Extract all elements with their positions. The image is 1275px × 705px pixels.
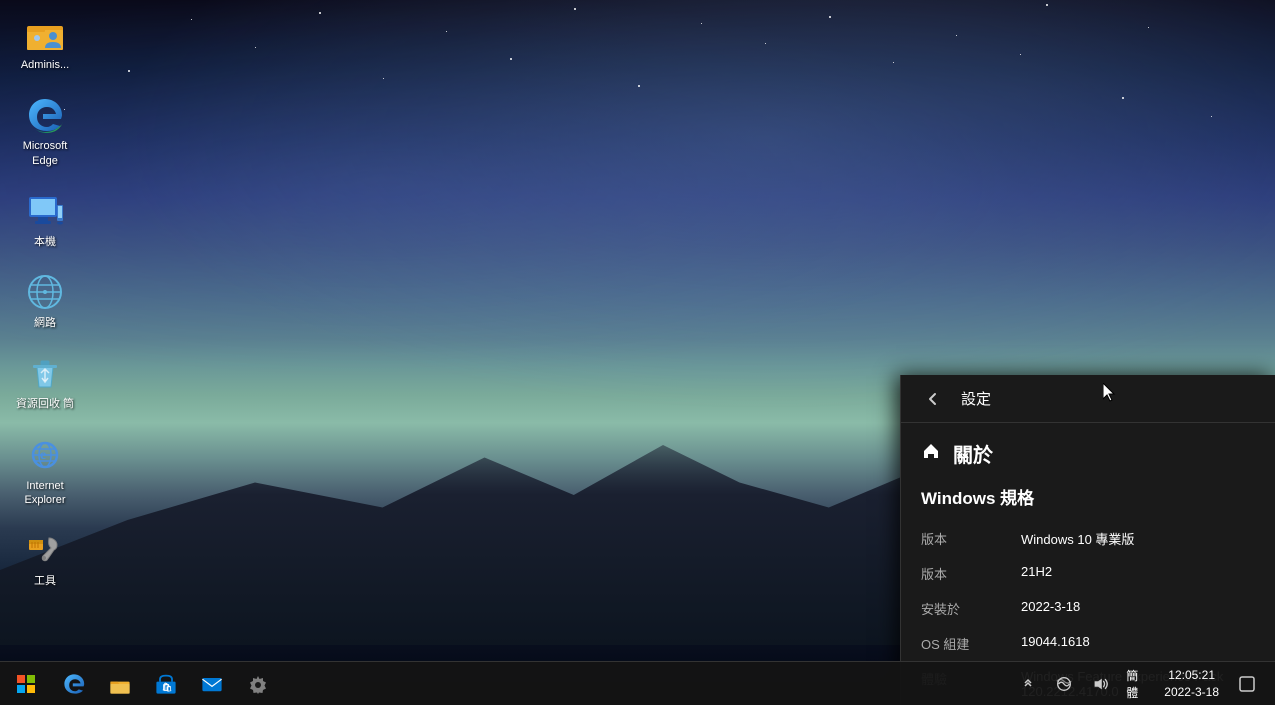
tools-icon (25, 530, 65, 570)
stars (0, 0, 1275, 388)
tools-label: 工具 (34, 574, 56, 588)
spec-row-edition: 版本 Windows 10 專業版 (921, 521, 1255, 556)
desktop-icons-container: Adminis... (5, 10, 85, 593)
desktop-icon-network[interactable]: 網路 (5, 268, 85, 334)
tray-volume[interactable] (1084, 668, 1116, 700)
ie-label: Internet Explorer (9, 479, 81, 508)
administrator-icon (25, 14, 65, 54)
taskbar-mail[interactable] (190, 662, 234, 705)
tray-chevron[interactable] (1012, 668, 1044, 700)
desktop-icon-this-pc[interactable]: 本機 (5, 187, 85, 253)
tray-input-method[interactable]: 簡體 (1120, 668, 1152, 700)
ie-icon: e (25, 435, 65, 475)
spec-key-os-build: OS 組建 (921, 634, 1021, 653)
svg-text:e: e (40, 448, 46, 463)
this-pc-icon (25, 191, 65, 231)
recycle-bin-label: 資源回收 筒 (16, 397, 74, 411)
desktop-icon-tools[interactable]: 工具 (5, 526, 85, 592)
settings-panel-title: 設定 (961, 388, 991, 409)
spec-key-edition: 版本 (921, 529, 1021, 548)
taskbar-store[interactable]: 🛍 (144, 662, 188, 705)
clock-date: 2022-3-18 (1164, 684, 1219, 701)
settings-titlebar: 設定 (901, 375, 1275, 423)
spec-key-version: 版本 (921, 564, 1021, 583)
spec-row-os-build: OS 組建 19044.1618 (921, 626, 1255, 661)
edge-label: Microsoft Edge (9, 139, 81, 168)
about-section: 關於 (901, 423, 1275, 476)
taskbar-edge[interactable] (52, 662, 96, 705)
svg-text:🛍: 🛍 (162, 682, 173, 692)
taskbar-settings-indicator[interactable] (236, 662, 280, 705)
desktop-icon-administrator[interactable]: Adminis... (5, 10, 85, 76)
spec-key-install-date: 安裝於 (921, 599, 1021, 618)
edge-icon (25, 95, 65, 135)
back-button[interactable] (917, 383, 949, 415)
home-icon (921, 441, 941, 466)
desktop-icon-edge[interactable]: Microsoft Edge (5, 91, 85, 172)
recycle-bin-icon (25, 353, 65, 393)
clock-time: 12:05:21 (1168, 667, 1215, 684)
spec-value-install-date: 2022-3-18 (1021, 599, 1255, 618)
spec-value-version: 21H2 (1021, 564, 1255, 583)
spec-value-edition: Windows 10 專業版 (1021, 529, 1255, 548)
desktop-icon-recycle-bin[interactable]: 資源回收 筒 (5, 349, 85, 415)
taskbar: 🛍 (0, 661, 1275, 705)
desktop-icon-ie[interactable]: e Internet Explorer (5, 431, 85, 512)
taskbar-explorer[interactable] (98, 662, 142, 705)
taskbar-right: 簡體 12:05:21 2022-3-18 (1012, 665, 1271, 703)
notification-button[interactable] (1231, 668, 1263, 700)
this-pc-label: 本機 (34, 235, 56, 249)
settings-panel: 設定 關於 Windows 規格 版本 Windows 10 專業版 版本 21… (900, 375, 1275, 705)
network-icon (25, 272, 65, 312)
spec-row-version: 版本 21H2 (921, 556, 1255, 591)
tray-network[interactable] (1048, 668, 1080, 700)
about-title: 關於 (953, 439, 993, 468)
start-button[interactable] (4, 662, 48, 705)
network-label: 網路 (34, 316, 56, 330)
spec-value-os-build: 19044.1618 (1021, 634, 1255, 653)
desktop: Adminis... (0, 0, 1275, 705)
windows-spec-title: Windows 規格 (901, 476, 1275, 521)
administrator-label: Adminis... (21, 58, 69, 72)
spec-row-install-date: 安裝於 2022-3-18 (921, 591, 1255, 626)
taskbar-clock[interactable]: 12:05:21 2022-3-18 (1156, 665, 1227, 703)
taskbar-apps: 🛍 (52, 662, 280, 705)
